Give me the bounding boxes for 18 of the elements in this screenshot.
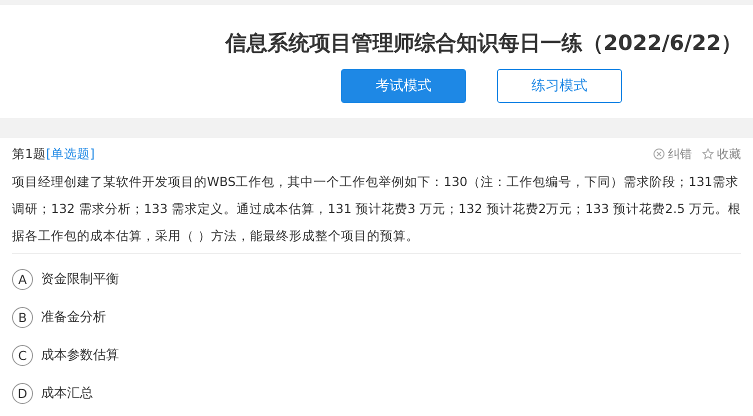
option-text[interactable]: 准备金分析: [41, 308, 106, 326]
mode-button[interactable]: 考试模式: [341, 69, 466, 103]
option-text[interactable]: 成本汇总: [41, 384, 93, 402]
option-text[interactable]: 资金限制平衡: [41, 270, 119, 288]
option-text[interactable]: 成本参数估算: [41, 346, 119, 364]
question-text: 项目经理创建了某软件开发项目的WBS工作包，其中一个工作包举例如下：130（注：工作包编号，下同）需求阶段；131需求调研；132 需求分析；133 需求定义。通过成本估算，131 预计花费3 万元；132 预计花费2万元；133 预计花费2.5 万元。根据各工作包的成本估算，采用（ ）方法，能最终形成整个项目的预算。: [12, 168, 741, 254]
option-letter[interactable]: D: [12, 382, 33, 404]
option-letter[interactable]: C: [12, 344, 33, 366]
question-number: 第1题: [12, 146, 46, 160]
page-title: 信息系统项目管理师综合知识每日一练（2022/6/22）: [225, 30, 742, 57]
close-icon: [653, 148, 665, 160]
star-icon: [702, 148, 714, 160]
option-letter[interactable]: A: [12, 268, 33, 290]
option-letter[interactable]: B: [12, 306, 33, 328]
mode-button[interactable]: 练习模式: [497, 69, 622, 103]
question-type-link[interactable]: [单选题]: [46, 146, 95, 160]
favorite-link[interactable]: 收藏: [702, 146, 741, 162]
report-error-link[interactable]: 纠错: [653, 146, 692, 162]
